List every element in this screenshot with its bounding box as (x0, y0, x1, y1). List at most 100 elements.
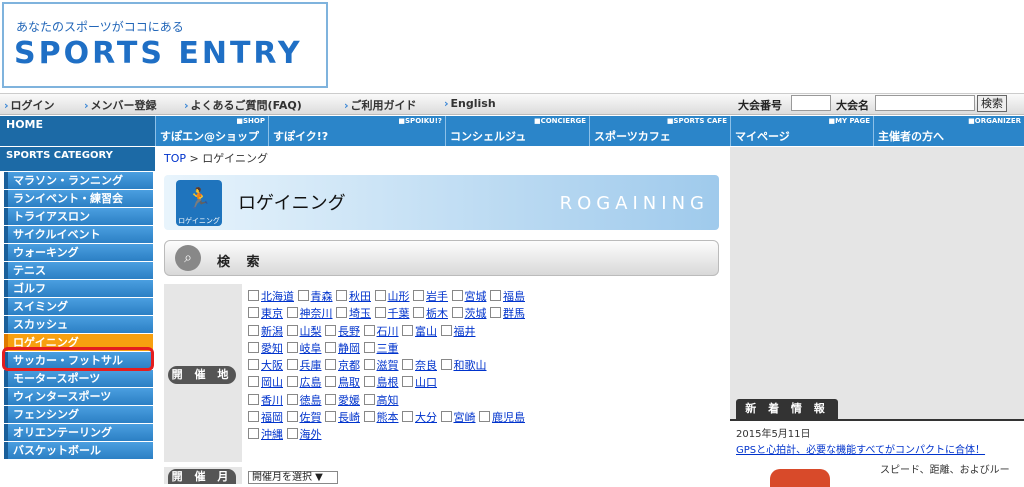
sidebar-item[interactable]: スイミング (4, 298, 153, 315)
prefecture-link[interactable]: 岐阜 (300, 342, 322, 355)
prefecture-checkbox[interactable] (325, 393, 336, 405)
prefecture-link[interactable]: 和歌山 (454, 359, 487, 372)
prefecture-link[interactable]: 福島 (503, 290, 525, 303)
sidebar-item[interactable]: フェンシング (4, 406, 153, 423)
sidebar-item[interactable]: モータースポーツ (4, 370, 153, 387)
prefecture-checkbox[interactable] (440, 411, 452, 423)
prefecture-link[interactable]: 北海道 (261, 290, 294, 303)
prefecture-checkbox[interactable] (336, 290, 347, 301)
prefecture-link[interactable]: 沖縄 (261, 428, 283, 441)
prefecture-link[interactable]: 埼玉 (349, 307, 371, 320)
prefecture-checkbox[interactable] (325, 324, 336, 336)
prefecture-link[interactable]: 佐賀 (300, 411, 322, 424)
prefecture-checkbox[interactable] (325, 376, 336, 388)
sidebar-item[interactable]: サイクルイベント (4, 226, 153, 243)
prefecture-link[interactable]: 富山 (415, 325, 437, 338)
site-logo[interactable]: あなたのスポーツがココにある SPORTS ENTRY (2, 2, 328, 88)
prefecture-link[interactable]: 大分 (415, 411, 437, 424)
prefecture-checkbox[interactable] (248, 290, 259, 301)
prefecture-checkbox[interactable] (286, 376, 298, 388)
prefecture-link[interactable]: 石川 (377, 325, 399, 338)
sidebar-item[interactable]: ウォーキング (4, 244, 153, 261)
tab-concierge[interactable]: ■CONCIERGE コンシェルジュ (445, 116, 589, 146)
prefecture-checkbox[interactable] (248, 411, 259, 423)
prefecture-link[interactable]: 岩手 (426, 290, 448, 303)
tab-shop[interactable]: ■SHOP すぽエン@ショップ (155, 116, 268, 146)
prefecture-checkbox[interactable] (440, 359, 452, 371)
sidebar-item[interactable]: オリエンテーリング (4, 424, 153, 441)
prefecture-link[interactable]: 京都 (338, 359, 360, 372)
prefecture-link[interactable]: 高知 (377, 394, 399, 407)
prefecture-checkbox[interactable] (402, 376, 413, 388)
prefecture-link[interactable]: 山梨 (300, 325, 322, 338)
prefecture-link[interactable]: 東京 (261, 307, 283, 320)
prefecture-link[interactable]: 千葉 (388, 307, 410, 320)
prefecture-checkbox[interactable] (325, 411, 336, 423)
prefecture-link[interactable]: 兵庫 (300, 359, 322, 372)
prefecture-checkbox[interactable] (286, 393, 298, 405)
prefecture-checkbox[interactable] (248, 393, 259, 405)
prefecture-link[interactable]: 福井 (454, 325, 476, 338)
prefecture-checkbox[interactable] (286, 307, 298, 319)
prefecture-link[interactable]: 大阪 (261, 359, 283, 372)
prefecture-checkbox[interactable] (451, 290, 463, 301)
prefecture-checkbox[interactable] (363, 359, 375, 371)
prefecture-checkbox[interactable] (286, 324, 298, 336)
prefecture-link[interactable]: 山口 (415, 376, 437, 389)
prefecture-link[interactable]: 栃木 (426, 307, 448, 320)
prefecture-link[interactable]: 広島 (300, 376, 322, 389)
prefecture-link[interactable]: 鳥取 (338, 376, 360, 389)
prefecture-link[interactable]: 神奈川 (300, 307, 333, 320)
prefecture-checkbox[interactable] (248, 428, 259, 440)
prefecture-link[interactable]: 愛知 (261, 342, 283, 355)
prefecture-link[interactable]: 山形 (388, 290, 410, 303)
prefecture-checkbox[interactable] (248, 341, 259, 353)
prefecture-checkbox[interactable] (248, 376, 259, 388)
prefecture-link[interactable]: 徳島 (300, 394, 322, 407)
prefecture-link[interactable]: 奈良 (415, 359, 437, 372)
sidebar-item[interactable]: バスケットボール (4, 442, 153, 459)
member-register-link[interactable]: › メンバー登録 (84, 97, 157, 113)
prefecture-checkbox[interactable] (248, 307, 259, 319)
prefecture-link[interactable]: 滋賀 (377, 359, 399, 372)
prefecture-checkbox[interactable] (363, 376, 375, 388)
prefecture-link[interactable]: 青森 (311, 290, 333, 303)
prefecture-link[interactable]: 福岡 (261, 411, 283, 424)
prefecture-checkbox[interactable] (363, 393, 375, 405)
guide-link[interactable]: › ご利用ガイド (344, 97, 417, 113)
sidebar-item[interactable]: ゴルフ (4, 280, 153, 297)
prefecture-link[interactable]: 長崎 (338, 411, 360, 424)
prefecture-checkbox[interactable] (402, 359, 413, 371)
prefecture-checkbox[interactable] (374, 290, 386, 301)
prefecture-link[interactable]: 海外 (300, 428, 322, 441)
prefecture-checkbox[interactable] (402, 324, 413, 336)
prefecture-checkbox[interactable] (374, 307, 386, 319)
prefecture-checkbox[interactable] (363, 341, 375, 353)
prefecture-link[interactable]: 宮城 (465, 290, 487, 303)
login-link[interactable]: › ログイン (4, 97, 55, 113)
prefecture-checkbox[interactable] (286, 341, 298, 353)
prefecture-checkbox[interactable] (451, 307, 463, 319)
prefecture-checkbox[interactable] (490, 307, 501, 319)
faq-link[interactable]: › よくあるご質問(FAQ) (184, 97, 302, 113)
sidebar-item[interactable]: マラソン・ランニング (4, 172, 153, 189)
prefecture-link[interactable]: 島根 (377, 376, 399, 389)
prefecture-checkbox[interactable] (479, 411, 490, 423)
sidebar-item[interactable]: テニス (4, 262, 153, 279)
sidebar-item[interactable]: トライアスロン (4, 208, 153, 225)
prefecture-checkbox[interactable] (402, 411, 413, 423)
prefecture-link[interactable]: 三重 (377, 342, 399, 355)
prefecture-link[interactable]: 新潟 (261, 325, 283, 338)
sidebar-item[interactable]: ランイベント・練習会 (4, 190, 153, 207)
prefecture-link[interactable]: 静岡 (338, 342, 360, 355)
prefecture-checkbox[interactable] (363, 411, 375, 423)
tab-my-page[interactable]: ■MY PAGE マイページ (730, 116, 873, 146)
news-link[interactable]: GPSと心拍計、必要な機能すべてがコンパクトに合体！ (736, 441, 985, 456)
english-link[interactable]: › English (444, 97, 496, 110)
event-number-input[interactable] (791, 95, 831, 111)
prefecture-checkbox[interactable] (248, 359, 259, 371)
sidebar-item[interactable]: ウィンタースポーツ (4, 388, 153, 405)
prefecture-checkbox[interactable] (440, 324, 452, 336)
prefecture-link[interactable]: 群馬 (503, 307, 525, 320)
prefecture-checkbox[interactable] (248, 324, 259, 336)
